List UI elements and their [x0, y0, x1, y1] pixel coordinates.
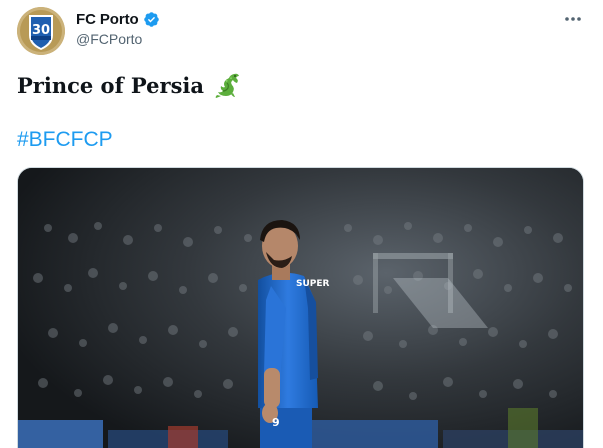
dragon-icon [212, 70, 242, 100]
shorts-number: 9 [272, 416, 280, 429]
author-name-row[interactable]: FC Porto [76, 9, 160, 29]
hashtag-link[interactable]: #BFCFCP [17, 128, 113, 152]
tweet-media-photo[interactable]: SUPER 9 [17, 167, 584, 448]
tweet-text: Prince of Persia [17, 70, 242, 100]
more-horizontal-icon [565, 17, 581, 21]
avatar-text: 30 [32, 23, 50, 38]
author-handle[interactable]: @FCPorto [76, 31, 142, 47]
verified-badge-icon [143, 11, 160, 28]
club-badge-icon: 30 [17, 7, 65, 55]
tweet-text-content: Prince of Persia [17, 72, 204, 98]
more-options-button[interactable] [557, 8, 589, 30]
player-photo: SUPER 9 [18, 168, 583, 448]
jersey-text: SUPER [296, 279, 330, 289]
avatar[interactable]: 30 [17, 7, 65, 55]
author-display-name[interactable]: FC Porto [76, 11, 139, 28]
tweet-card: 30 FC Porto @FCPorto Prince of Persia #B… [0, 0, 603, 448]
